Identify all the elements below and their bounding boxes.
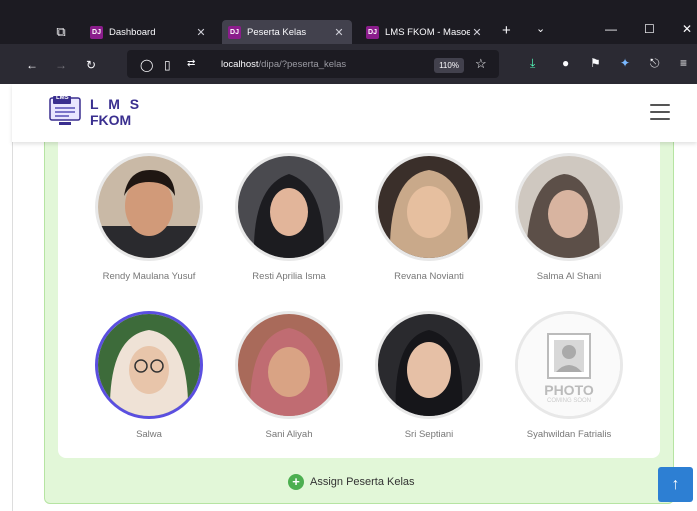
placeholder-subtext: COMING SOON — [546, 398, 591, 404]
participant-card[interactable]: Sri Septiani — [359, 311, 499, 440]
participant-name: Salma Al Shani — [536, 271, 602, 282]
participant-name: Sani Aliyah — [265, 429, 313, 440]
forward-icon[interactable]: → — [55, 58, 67, 72]
logo-badge: LMS — [56, 95, 69, 101]
tab-title: Peserta Kelas — [247, 26, 307, 38]
tab-favicon: DJ — [228, 25, 241, 39]
tab-overview-icon[interactable]: ⧉ — [50, 24, 72, 42]
bookmark-star-icon[interactable]: ☆ — [475, 56, 487, 72]
extension-icon[interactable]: ⚑ — [590, 56, 601, 70]
participant-card[interactable]: Salwa — [79, 311, 219, 440]
participant-card[interactable]: Rendy Maulana Yusuf — [79, 153, 219, 282]
tab-title: LMS FKOM - Masoe — [385, 26, 470, 38]
close-tab-icon[interactable]: ✕ — [332, 26, 346, 39]
participant-card[interactable]: Revana Novianti — [359, 153, 499, 282]
shield-icon[interactable]: ◯ — [140, 58, 153, 72]
tab-peserta-kelas[interactable]: DJ Peserta Kelas ✕ — [222, 20, 352, 44]
participant-name: Revana Novianti — [394, 271, 464, 282]
participant-name: Resti Aprilia Isma — [252, 271, 326, 282]
extension-info-icon[interactable]: ● — [562, 56, 569, 70]
tab-dashboard[interactable]: DJ Dashboard ✕ — [84, 20, 214, 44]
participant-name: Rendy Maulana Yusuf — [102, 271, 196, 282]
maximize-icon[interactable]: ☐ — [644, 22, 655, 36]
zoom-indicator[interactable]: 110% — [434, 58, 464, 73]
url-path: /dipa/?peserta_kelas — [258, 59, 347, 70]
permissions-icon[interactable]: ⇄ — [187, 58, 195, 69]
participant-avatar[interactable] — [515, 153, 623, 261]
tab-favicon: DJ — [90, 25, 103, 39]
close-tab-icon[interactable]: ✕ — [470, 26, 484, 39]
placeholder-text: PHOTO — [544, 382, 594, 398]
participant-avatar[interactable] — [235, 153, 343, 261]
minimize-icon[interactable]: — — [605, 22, 617, 36]
participant-card[interactable]: Sani Aliyah — [219, 311, 359, 440]
assign-participant-button[interactable]: + Assign Peserta Kelas — [288, 474, 415, 490]
app-menu-icon[interactable]: ≡ — [680, 56, 687, 70]
url-text[interactable]: localhost/dipa/?peserta_kelas — [221, 59, 346, 70]
participant-avatar[interactable] — [375, 153, 483, 261]
participant-name: Syahwildan Fatrialis — [526, 429, 612, 440]
close-window-icon[interactable]: ✕ — [682, 22, 692, 36]
new-tab-icon[interactable]: + — [502, 22, 511, 39]
close-tab-icon[interactable]: ✕ — [194, 26, 208, 39]
participant-avatar[interactable] — [375, 311, 483, 419]
tab-title: Dashboard — [109, 26, 156, 38]
participant-avatar-selected[interactable] — [95, 311, 203, 419]
extension-puzzle-icon[interactable]: ✦ — [620, 56, 630, 70]
participant-name: Sri Septiani — [404, 429, 454, 440]
participant-card[interactable]: PHOTO COMING SOON Syahwildan Fatrialis — [499, 311, 639, 440]
logo-text-lms: L M S — [90, 96, 143, 112]
back-icon[interactable]: ← — [26, 58, 38, 72]
tab-list-chevron-icon[interactable]: ⌄ — [536, 22, 545, 35]
lms-logo-icon[interactable]: LMS — [47, 95, 85, 127]
participant-avatar[interactable] — [235, 311, 343, 419]
url-host: localhost — [221, 59, 259, 70]
participant-card[interactable]: Salma Al Shani — [499, 153, 639, 282]
participant-avatar[interactable] — [95, 153, 203, 261]
tab-lms-fkom[interactable]: DJ LMS FKOM - Masoe ✕ — [360, 20, 490, 44]
tab-favicon: DJ — [366, 25, 379, 39]
logo-text-fkom: FKOM — [90, 112, 132, 128]
reload-icon[interactable]: ↻ — [86, 58, 96, 72]
browser-tab-bar: ⧉ DJ Dashboard ✕ DJ Peserta Kelas ✕ DJ L… — [0, 0, 697, 44]
scroll-to-top-button[interactable]: ↑ — [658, 467, 693, 502]
add-circle-icon: + — [288, 474, 304, 490]
photo-placeholder[interactable]: PHOTO COMING SOON — [515, 311, 623, 419]
hamburger-menu-icon[interactable] — [650, 104, 670, 120]
participant-name: Salwa — [136, 429, 162, 440]
assign-label: Assign Peserta Kelas — [310, 476, 415, 488]
share-icon[interactable]: ⎋ — [650, 56, 660, 71]
downloads-icon[interactable]: ⤓ — [530, 56, 535, 71]
participant-card[interactable]: Resti Aprilia Isma — [219, 153, 359, 282]
page-info-icon[interactable]: ▯ — [164, 58, 171, 72]
